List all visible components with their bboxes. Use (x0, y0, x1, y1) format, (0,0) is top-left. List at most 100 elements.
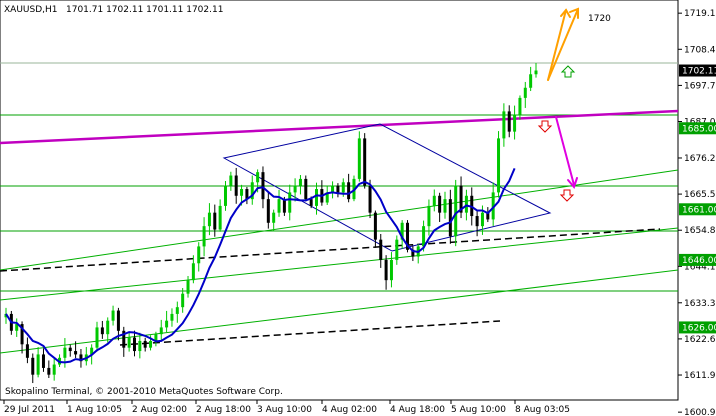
candle-body (277, 199, 281, 213)
x-tick-label: 4 Aug 18:00 (390, 405, 445, 415)
candle-body (165, 320, 169, 328)
candle-body (138, 340, 142, 352)
candle-body (518, 97, 522, 115)
candle-body (111, 310, 115, 321)
candle-body (218, 205, 222, 230)
candle-body (341, 182, 345, 193)
candle-body (240, 189, 244, 196)
candle-body (298, 178, 302, 186)
candle-body (197, 246, 201, 264)
candle-body (63, 347, 67, 358)
candle-body (373, 212, 377, 240)
candle-body (47, 367, 51, 375)
svg-text:1685.00: 1685.00 (682, 124, 716, 134)
candle-body (41, 354, 45, 368)
candle (357, 131, 361, 182)
time-axis[interactable]: 29 Jul 2011 1 Aug 10:05 2 Aug 02:00 2 Aug 1… (3, 400, 570, 415)
candle-body (186, 280, 190, 294)
x-tick-label: 29 Jul 2011 (4, 405, 55, 415)
level-price-tag: 1685.00 (679, 122, 716, 135)
candle-body (229, 175, 233, 186)
copyright-text: Skopalino Terminal, © 2001-2010 MetaQuot… (5, 387, 283, 397)
candle-body (143, 340, 147, 348)
svg-text:1626.00: 1626.00 (682, 323, 716, 333)
candle-body (432, 195, 436, 206)
y-tick-label: 1611.90 (684, 371, 716, 381)
chart-header-ohlc: 1701.71 1702.11 1701.11 1702.11 (66, 5, 223, 15)
candle-body (502, 111, 506, 139)
chart-header-symbol: XAUUSD,H1 (4, 5, 58, 15)
level-price-tag: 1646.00 (679, 253, 716, 266)
candle-body (68, 347, 72, 352)
candle-body (497, 138, 501, 193)
candle-body (191, 263, 195, 281)
candle-body (52, 364, 56, 375)
svg-text:1702.11: 1702.11 (682, 67, 716, 77)
price-chart[interactable]: 1720 XAUUSD,H1 1701.71 1702.11 1701.11 1… (0, 0, 716, 416)
candle-body (347, 182, 351, 200)
candle-body (331, 185, 335, 193)
svg-text:1646.00: 1646.00 (682, 256, 716, 266)
x-tick-label: 2 Aug 18:00 (196, 405, 251, 415)
level-price-tag: 1661.00 (679, 203, 716, 216)
plot-area[interactable] (0, 0, 679, 401)
x-tick-label: 1 Aug 10:05 (67, 405, 122, 415)
candle-body (132, 337, 136, 352)
candle-body (100, 327, 104, 335)
y-tick-label: 1633.30 (684, 299, 716, 309)
candle-body (282, 199, 286, 213)
candle-body (31, 357, 35, 375)
candle-body (304, 178, 308, 200)
candle-body (127, 337, 131, 348)
svg-text:1661.00: 1661.00 (682, 205, 716, 215)
y-tick-label: 1708.40 (684, 45, 716, 55)
candle-body (464, 195, 468, 213)
candle-body (116, 310, 120, 331)
x-tick-label: 3 Aug 10:00 (257, 405, 312, 415)
y-tick-label: 1622.60 (684, 335, 716, 345)
price-axis[interactable]: 1719.101708.401697.701687.001676.201665.… (678, 9, 716, 416)
candle-body (149, 340, 153, 348)
candle-body (363, 138, 367, 186)
candle-body (223, 185, 227, 206)
candle-body (384, 259, 388, 281)
candle-body (309, 199, 313, 206)
candle-body (336, 185, 340, 193)
target-label: 1720 (588, 14, 611, 24)
candle-body (272, 212, 276, 223)
candle-body (379, 239, 383, 260)
candle-body (529, 74, 533, 88)
candle-body (422, 226, 426, 247)
candle-body (261, 172, 265, 200)
x-tick-label: 5 Aug 10:00 (451, 405, 506, 415)
candle-body (315, 189, 319, 206)
candle-body (256, 172, 260, 183)
candle-body (234, 175, 238, 196)
candle-body (389, 259, 393, 281)
candle-body (443, 199, 447, 213)
candle-body (475, 216, 479, 227)
y-tick-label: 1676.20 (684, 154, 716, 164)
candle-body (534, 70, 538, 75)
y-tick-label: 1697.70 (684, 81, 716, 91)
candle-body (395, 239, 399, 260)
candle-body (74, 351, 78, 355)
candle (497, 131, 501, 198)
candle (363, 133, 367, 189)
candle-body (368, 185, 372, 213)
y-tick-label: 1654.80 (684, 226, 716, 236)
candle-body (213, 212, 217, 230)
candle-body (175, 307, 179, 314)
level-price-tag: 1626.00 (679, 321, 716, 334)
candle-body (357, 138, 361, 179)
y-tick-label: 1665.50 (684, 190, 716, 200)
candle (304, 175, 308, 202)
candle-body (181, 293, 185, 308)
candle-body (36, 354, 40, 375)
candle-body (106, 320, 110, 335)
candle-body (159, 327, 163, 335)
y-tick-label: 1719.10 (684, 9, 716, 19)
x-tick-label: 8 Aug 03:05 (515, 405, 570, 415)
candle-body (202, 226, 206, 247)
candle-body (448, 199, 452, 237)
